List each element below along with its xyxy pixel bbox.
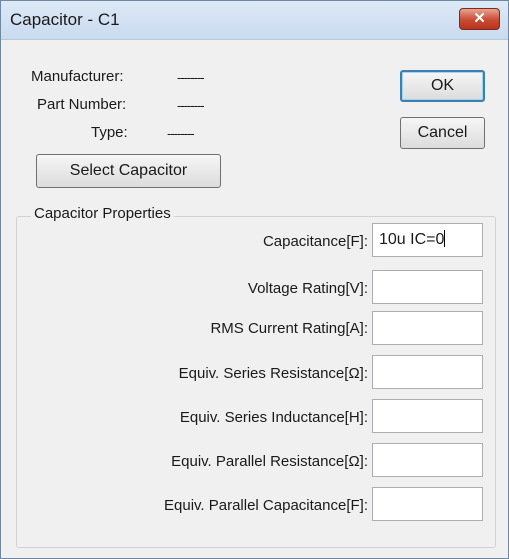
parallel-capacitance-input[interactable] <box>372 487 483 521</box>
esl-input[interactable] <box>372 399 483 433</box>
rms-current-rating-input[interactable] <box>372 311 483 345</box>
capacitance-label: Capacitance[F]: <box>262 233 368 250</box>
text-caret <box>444 230 446 247</box>
dialog-content: Manufacturer: -------- Part Number: ----… <box>1 40 508 558</box>
parallel-capacitance-label: Equiv. Parallel Capacitance[F]: <box>164 497 368 514</box>
ok-button[interactable]: OK <box>400 70 485 102</box>
title-bar: Capacitor - C1 ✕ <box>1 1 508 40</box>
part-number-label: Part Number: <box>37 96 127 113</box>
close-icon[interactable]: ✕ <box>459 8 500 30</box>
esr-input[interactable] <box>372 355 483 389</box>
voltage-rating-input[interactable] <box>372 270 483 304</box>
capacitance-value: 10u IC=0 <box>379 231 445 248</box>
type-label: Type: <box>91 124 128 141</box>
part-number-value: -------- <box>177 98 205 113</box>
capacitor-properties-title: Capacitor Properties <box>31 205 174 222</box>
voltage-rating-label: Voltage Rating[V]: <box>247 280 368 297</box>
manufacturer-label: Manufacturer: <box>31 68 124 85</box>
parallel-resistance-input[interactable] <box>372 443 483 477</box>
type-value: -------- <box>167 126 195 141</box>
manufacturer-value: -------- <box>177 70 205 85</box>
window-title: Capacitor - C1 <box>10 10 120 29</box>
capacitor-dialog: Capacitor - C1 ✕ Manufacturer: -------- … <box>0 0 509 559</box>
esl-label: Equiv. Series Inductance[H]: <box>179 409 368 426</box>
parallel-resistance-label: Equiv. Parallel Resistance[Ω]: <box>171 453 368 470</box>
esr-label: Equiv. Series Resistance[Ω]: <box>178 365 368 382</box>
rms-current-rating-label: RMS Current Rating[A]: <box>210 320 368 337</box>
cancel-button[interactable]: Cancel <box>400 117 485 149</box>
capacitance-input[interactable]: 10u IC=0 <box>372 223 483 257</box>
select-capacitor-button[interactable]: Select Capacitor <box>36 154 221 188</box>
